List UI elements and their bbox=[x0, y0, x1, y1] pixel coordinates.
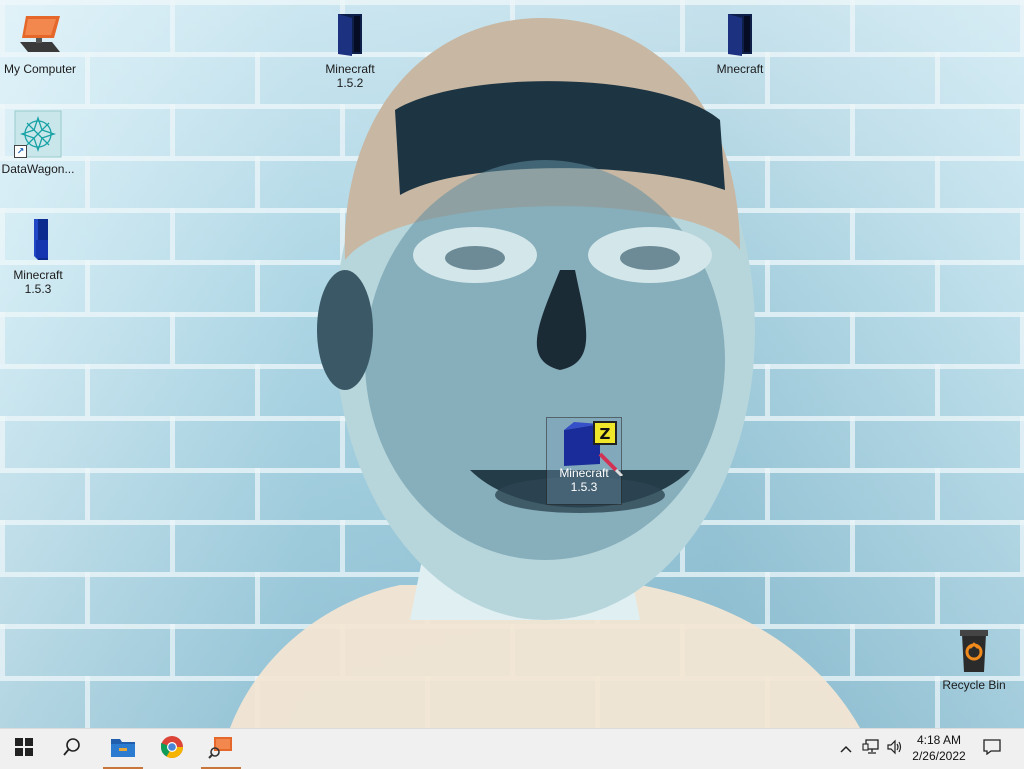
desktop-icon-label: Mnecraft bbox=[716, 62, 764, 76]
folder-dark-icon bbox=[326, 10, 374, 58]
windows-start-icon bbox=[15, 737, 33, 761]
svg-text:Z: Z bbox=[600, 425, 611, 443]
folder-blue-icon bbox=[14, 216, 62, 264]
zip-archive-icon: Z bbox=[560, 420, 624, 478]
chrome-icon bbox=[160, 735, 184, 764]
notification-center-button[interactable] bbox=[978, 729, 1006, 769]
desktop-icon-label: DataWagon... bbox=[1, 162, 75, 176]
taskbar: 4:18 AM 2/26/2022 bbox=[0, 728, 1024, 769]
search-button[interactable] bbox=[48, 729, 96, 769]
file-explorer-icon bbox=[110, 736, 136, 763]
network-button[interactable] bbox=[860, 729, 882, 769]
taskbar-clock[interactable]: 4:18 AM 2/26/2022 bbox=[900, 732, 978, 764]
clock-date: 2/26/2022 bbox=[912, 749, 966, 763]
desktop-icon-mnecraft[interactable]: Mnecraft bbox=[702, 10, 778, 76]
start-button[interactable] bbox=[0, 729, 48, 769]
desktop-icon-label: Minecraft 1.5.3 bbox=[13, 268, 63, 296]
network-icon bbox=[862, 738, 880, 760]
desktop-icon-minecraft-152[interactable]: Minecraft 1.5.2 bbox=[312, 10, 388, 90]
clock-time: 4:18 AM bbox=[916, 733, 962, 747]
desktop-icon-label: My Computer bbox=[3, 62, 77, 76]
wallpaper-portrait bbox=[230, 18, 860, 728]
desktop-icon-label: Recycle Bin bbox=[942, 678, 1006, 692]
folder-dark-icon bbox=[716, 10, 764, 58]
desktop-icon-minecraft-153-zip[interactable]: Z Minecraft 1.5.3 bbox=[546, 417, 624, 505]
taskbar-chrome-button[interactable] bbox=[148, 729, 196, 769]
shortcut-arrow-icon: ↗ bbox=[14, 145, 27, 158]
desktop-icon-recycle-bin[interactable]: Recycle Bin bbox=[936, 626, 1012, 692]
recycle-bin-icon bbox=[950, 626, 998, 674]
desktop-wallpaper bbox=[0, 0, 1024, 728]
taskbar-computer-tool-button[interactable] bbox=[197, 729, 245, 769]
taskbar-file-explorer-button[interactable] bbox=[99, 729, 147, 769]
desktop-icon-datawagon[interactable]: ↗ DataWagon... bbox=[0, 110, 76, 176]
show-hidden-icons-button[interactable] bbox=[836, 729, 856, 769]
chevron-up-icon bbox=[840, 740, 852, 758]
computer-search-icon bbox=[208, 735, 234, 764]
datawagon-icon: ↗ bbox=[14, 110, 62, 158]
notification-icon bbox=[983, 738, 1001, 760]
desktop-icon-my-computer[interactable]: My Computer bbox=[2, 10, 78, 76]
desktop-icon-minecraft-153-folder[interactable]: Minecraft 1.5.3 bbox=[0, 216, 76, 296]
search-icon bbox=[62, 737, 82, 762]
desktop-icon-label: Minecraft 1.5.2 bbox=[325, 62, 375, 90]
computer-icon bbox=[16, 10, 64, 58]
